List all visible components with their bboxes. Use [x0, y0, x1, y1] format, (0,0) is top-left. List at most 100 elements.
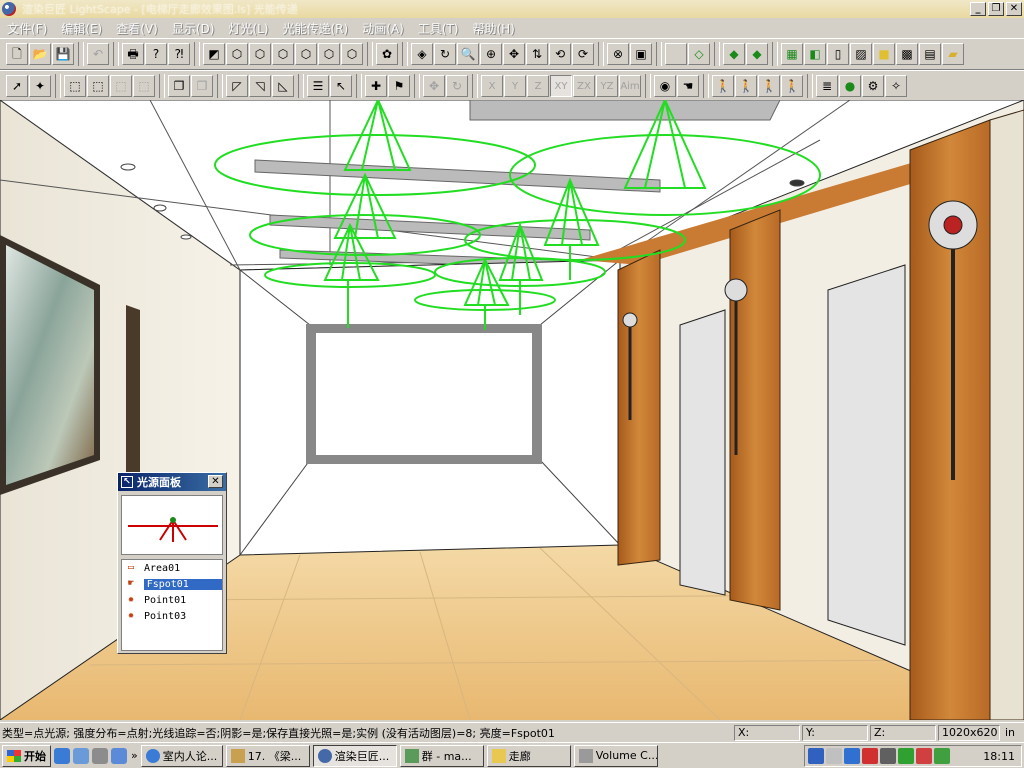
monitor-icon[interactable] — [880, 748, 896, 764]
yellow-box-icon[interactable]: ■ — [873, 43, 895, 65]
close-button[interactable]: ✕ — [1006, 2, 1022, 16]
ie-icon[interactable] — [54, 747, 70, 764]
pin-icon[interactable]: ↖ — [121, 476, 133, 488]
minimize-button[interactable]: _ — [970, 2, 986, 16]
pick-copy-icon[interactable]: ◹ — [249, 75, 271, 97]
walk-icon[interactable]: ◈ — [411, 43, 433, 65]
select-arrow-icon[interactable]: ➚ — [6, 75, 28, 97]
figure-icon[interactable]: 🚶 — [735, 75, 757, 97]
pan-icon[interactable]: ✥ — [503, 43, 525, 65]
update-icon[interactable] — [934, 748, 950, 764]
hatch-icon[interactable]: ▨ — [850, 43, 872, 65]
select-sub-icon[interactable]: ⬚ — [133, 75, 155, 97]
menu-display[interactable]: 显示(D) — [165, 20, 222, 37]
paste-icon[interactable]: ❐ — [191, 75, 213, 97]
task-button[interactable]: Volume C... — [573, 744, 658, 767]
context-help-icon[interactable]: ⁈ — [168, 43, 190, 65]
task-button[interactable]: 走廊 — [486, 744, 571, 767]
menu-edit[interactable]: 编辑(E) — [54, 20, 109, 37]
axis-zx-button[interactable]: ZX — [573, 75, 595, 97]
figure-icon[interactable]: 🚶 — [781, 75, 803, 97]
media-icon[interactable] — [111, 747, 127, 764]
start-button[interactable]: 开始 — [2, 744, 51, 767]
copy-icon[interactable]: ❐ — [168, 75, 190, 97]
app-tray-icon[interactable] — [844, 748, 860, 764]
task-button-active[interactable]: 渲染巨匠... — [312, 744, 397, 767]
help-icon[interactable]: ? — [145, 43, 167, 65]
select-window-icon[interactable]: ⬚ — [64, 75, 86, 97]
dolly-icon[interactable]: ⇅ — [526, 43, 548, 65]
cube-view-icon[interactable]: ⬡ — [295, 43, 317, 65]
cursor-icon[interactable]: ↖ — [330, 75, 352, 97]
menu-animation[interactable]: 动画(A) — [355, 20, 411, 37]
title-bar[interactable]: 渲染巨匠 LightScape - [电梯厅走廊效果图.ls] 光能传递 _ ❐… — [0, 0, 1024, 18]
elevator-door[interactable] — [679, 309, 726, 596]
aim-button[interactable]: Aim — [619, 75, 641, 97]
print-icon[interactable]: 🖶 — [122, 43, 144, 65]
sphere-icon[interactable]: ● — [839, 75, 861, 97]
door-icon[interactable]: ▯ — [827, 43, 849, 65]
hand-icon[interactable]: ☚ — [677, 75, 699, 97]
light-list-item-point01[interactable]: ✹ Point01 — [122, 592, 222, 608]
chat-tray-icon[interactable] — [898, 748, 914, 764]
new-file-icon[interactable]: 🗋 — [6, 43, 28, 65]
outlook-icon[interactable] — [73, 747, 89, 764]
menu-radiosity[interactable]: 光能传递(R) — [275, 20, 355, 37]
menu-view[interactable]: 查看(V) — [109, 20, 165, 37]
solid-box-icon[interactable]: ◆ — [723, 43, 745, 65]
cube-view-icon[interactable]: ⬡ — [249, 43, 271, 65]
material-icon[interactable]: ✿ — [376, 43, 398, 65]
undo-icon[interactable]: ↶ — [87, 43, 109, 65]
wire-box-icon[interactable]: ◇ — [688, 43, 710, 65]
k-tray-icon[interactable] — [862, 748, 878, 764]
walk-figure-icon[interactable]: 🚶 — [712, 75, 734, 97]
solid-box-icon[interactable]: ◆ — [746, 43, 768, 65]
select-light-icon[interactable]: ✦ — [29, 75, 51, 97]
rotate-object-icon[interactable]: ↻ — [446, 75, 468, 97]
elevator-door[interactable] — [827, 264, 906, 646]
zoom-extents-icon[interactable]: ⊗ — [607, 43, 629, 65]
menu-help[interactable]: 帮助(H) — [465, 20, 521, 37]
axis-z-button[interactable]: Z — [527, 75, 549, 97]
move-icon[interactable]: ✥ — [423, 75, 445, 97]
axis-yz-button[interactable]: YZ — [596, 75, 618, 97]
task-button[interactable]: 17. 《梁... — [225, 744, 310, 767]
axis-xy-button[interactable]: XY — [550, 75, 572, 97]
select-crossing-icon[interactable]: ⬚ — [87, 75, 109, 97]
scene-icon[interactable]: ◩ — [203, 43, 225, 65]
cube-view-icon[interactable]: ⬡ — [272, 43, 294, 65]
menu-tools[interactable]: 工具(T) — [411, 20, 466, 37]
zoom-fit-icon[interactable]: ▣ — [630, 43, 652, 65]
film-icon[interactable]: ▤ — [919, 43, 941, 65]
axis-x-button[interactable]: X — [481, 75, 503, 97]
speaker-icon[interactable] — [826, 748, 842, 764]
wand-icon[interactable]: ✧ — [885, 75, 907, 97]
restore-button[interactable]: ❐ — [988, 2, 1004, 16]
save-icon[interactable]: 💾 — [52, 43, 74, 65]
quicklaunch-overflow-icon[interactable]: » — [131, 749, 138, 762]
zoom-icon[interactable]: 🔍 — [457, 43, 479, 65]
light-panel-close-button[interactable]: ✕ — [208, 475, 223, 488]
light-list-item-fspot01[interactable]: ☛ Fspot01 — [122, 576, 222, 592]
properties-icon[interactable]: ☰ — [307, 75, 329, 97]
light-panel[interactable]: ↖ 光源面板 ✕ ▭ Area01 ☛ Fspot01 ✹ Point01 ✹ … — [117, 472, 227, 654]
mirror-icon[interactable]: ◧ — [804, 43, 826, 65]
desktop-icon[interactable] — [92, 747, 108, 764]
figure-icon[interactable]: 🚶 — [758, 75, 780, 97]
antivirus-icon[interactable] — [916, 748, 932, 764]
blank-icon[interactable] — [665, 43, 687, 65]
refresh-icon[interactable]: ⟳ — [572, 43, 594, 65]
rotate-icon[interactable]: ⟲ — [549, 43, 571, 65]
task-button[interactable]: 室内人论... — [140, 744, 223, 767]
pick-move-icon[interactable]: ◺ — [272, 75, 294, 97]
menu-file[interactable]: 文件(F) — [0, 20, 54, 37]
task-button[interactable]: 群 - ma... — [399, 744, 484, 767]
cube-view-icon[interactable]: ⬡ — [341, 43, 363, 65]
light-list-item-point03[interactable]: ✹ Point03 — [122, 608, 222, 624]
axis-y-button[interactable]: Y — [504, 75, 526, 97]
network-icon[interactable] — [808, 748, 824, 764]
select-add-icon[interactable]: ⬚ — [110, 75, 132, 97]
cube-view-icon[interactable]: ⬡ — [226, 43, 248, 65]
light-list-item-area01[interactable]: ▭ Area01 — [122, 560, 222, 576]
menu-light[interactable]: 灯光(L) — [221, 20, 275, 37]
